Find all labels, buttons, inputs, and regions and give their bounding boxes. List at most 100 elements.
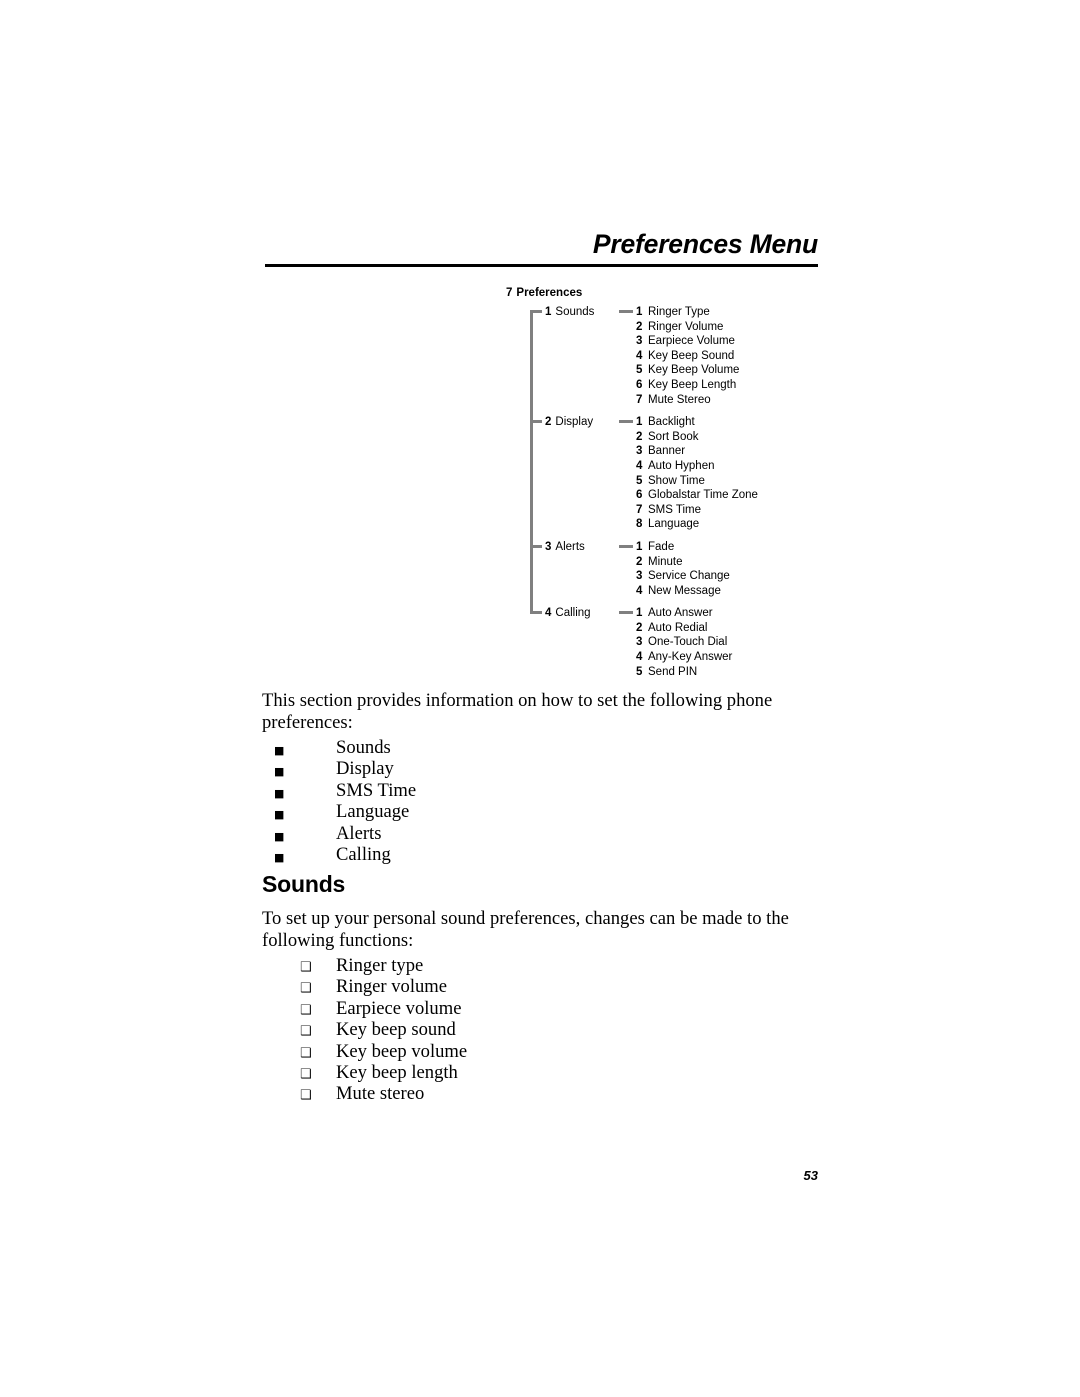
list-item: ❑ Mute stereo <box>262 1083 822 1104</box>
menu-child-number: 2 <box>636 621 643 634</box>
header-rule <box>265 263 818 267</box>
menu-child-item: 3 Service Change <box>636 569 758 584</box>
menu-group-alerts: 3 Alerts 1 Fade 2 Minute 3 Service Change 4N… <box>530 540 758 598</box>
tree-branch-connector <box>619 611 633 615</box>
menu-child-label: Key Beep Length <box>648 378 737 391</box>
menu-group-display: 2 Display 1 Backlight 2 Sort Book 3 Banner 4… <box>530 415 758 532</box>
menu-child-label: One-Touch Dial <box>648 636 728 649</box>
menu-child-item: 3 Earpiece Volume <box>636 334 758 349</box>
hollow-square-bullet-icon: ❑ <box>300 1088 312 1104</box>
menu-group-calling: 4 Calling 1 Auto Answer 2 Auto Redial 3 One-… <box>530 606 758 679</box>
menu-group-parent: 4 Calling <box>545 606 619 621</box>
intro-bullet-list: ■ Sounds ■ Display ■ SMS Time ■ Language ■ Al… <box>262 737 822 865</box>
list-item-label: Alerts <box>336 822 382 844</box>
menu-group-parent: 1 Sounds <box>545 305 619 320</box>
menu-child-number: 7 <box>636 503 643 516</box>
list-item-label: Sounds <box>336 737 391 758</box>
list-item: ❑ Key beep length <box>262 1062 822 1083</box>
list-item-label: Ringer type <box>336 955 424 976</box>
menu-child-item: 2 Minute <box>636 555 758 570</box>
list-item: ❑ Earpiece volume <box>262 998 822 1019</box>
menu-child-item: 7 Mute Stereo <box>636 393 758 408</box>
menu-child-number: 3 <box>636 570 643 583</box>
tree-elbow-connector <box>530 420 542 424</box>
section-heading-sounds: Sounds <box>262 871 346 897</box>
menu-child-number: 1 <box>636 540 643 553</box>
page-header: Preferences Menu <box>265 229 818 267</box>
list-item-label: Calling <box>336 844 391 866</box>
menu-child-number: 1 <box>636 416 643 429</box>
list-item: ■ Language <box>262 801 822 822</box>
menu-child-list: 1 Fade 2 Minute 3 Service Change 4 New Messa… <box>636 540 758 598</box>
tree-elbow-connector <box>530 611 542 615</box>
tree-branch-connector <box>619 544 633 548</box>
menu-tree-root: 7 Preferences <box>506 286 758 300</box>
menu-child-item: 4 Key Beep Sound <box>636 349 758 364</box>
menu-child-label: Language <box>648 518 700 531</box>
menu-child-label: SMS Time <box>648 503 702 516</box>
menu-child-item: 2 Ringer Volume <box>636 320 758 335</box>
menu-child-label: Fade <box>648 540 675 553</box>
menu-child-item: 1 Backlight <box>636 415 758 430</box>
list-item-label: Earpiece volume <box>336 997 462 1019</box>
menu-child-list: 1 Backlight 2 Sort Book 3 Banner 4 Auto Hyph… <box>636 415 758 532</box>
menu-child-number: 2 <box>636 320 643 333</box>
menu-child-item: 2 Auto Redial <box>636 621 758 636</box>
menu-child-list: 1 Ringer Type 2 Ringer Volume 3 Earpiece Vo… <box>636 305 758 407</box>
menu-child-label: New Message <box>648 584 721 597</box>
hollow-square-bullet-icon: ❑ <box>300 981 312 997</box>
menu-child-label: Earpiece Volume <box>648 335 735 348</box>
menu-tree-body: 1 Sounds 1 Ringer Type 2 Ringer Volume 3 Ear… <box>506 305 758 679</box>
sounds-bullet-list: ❑ Ringer type ❑ Ringer volume ❑ Earpiece vo… <box>262 955 822 1105</box>
menu-child-item: 7 SMS Time <box>636 503 758 518</box>
menu-tree-diagram: 7 Preferences 1 Sounds 1 Ringer Type 2 Ringe… <box>506 286 758 679</box>
menu-child-label: Key Beep Volume <box>648 364 740 377</box>
list-item: ■ Sounds <box>262 737 822 758</box>
hollow-square-bullet-icon: ❑ <box>300 960 312 975</box>
menu-group-label: Sounds <box>555 306 595 318</box>
tree-elbow-connector <box>530 544 542 548</box>
list-item-label: Key beep volume <box>336 1040 468 1062</box>
list-item-label: Key beep sound <box>336 1019 456 1041</box>
menu-child-list: 1 Auto Answer 2 Auto Redial 3 One-Touch Dia… <box>636 606 758 679</box>
intro-paragraph: This section provides information on how… <box>262 690 773 733</box>
menu-child-label: Key Beep Sound <box>648 349 735 362</box>
list-item-label: Ringer volume <box>336 976 448 998</box>
list-item: ■ Calling <box>262 844 822 865</box>
menu-child-number: 4 <box>636 459 643 472</box>
document-page: Preferences Menu 7 Preferences 1 Sounds 1R… <box>0 0 1080 1397</box>
menu-group-number: 3 <box>545 540 552 553</box>
menu-child-label: Sort Book <box>648 430 699 443</box>
menu-child-item: 4 Auto Hyphen <box>636 459 758 474</box>
menu-child-label: Auto Hyphen <box>648 459 715 472</box>
menu-child-number: 4 <box>636 584 643 597</box>
list-item-label: Display <box>336 758 394 780</box>
menu-child-item: 6 Key Beep Length <box>636 378 758 393</box>
menu-child-item: 1 Fade <box>636 540 758 555</box>
tree-elbow-connector <box>530 310 542 313</box>
menu-child-label: Mute Stereo <box>648 393 711 406</box>
tree-branch-connector <box>619 310 633 313</box>
list-item: ❑ Ringer type <box>262 955 822 976</box>
page-number: 53 <box>803 1168 818 1183</box>
menu-group-sounds: 1 Sounds 1 Ringer Type 2 Ringer Volume 3 Ear… <box>530 305 758 407</box>
menu-child-item: 4 New Message <box>636 584 758 599</box>
menu-child-label: Globalstar Time Zone <box>648 489 758 502</box>
menu-tree-root-number: 7 <box>506 287 513 299</box>
menu-child-number: 2 <box>636 430 643 443</box>
menu-child-item: 1 Auto Answer <box>636 606 758 621</box>
menu-child-number: 1 <box>636 607 643 620</box>
menu-child-label: Ringer Volume <box>648 320 724 333</box>
menu-child-label: Any-Key Answer <box>648 651 733 664</box>
menu-tree-root-label: Preferences <box>516 287 583 299</box>
menu-child-number: 4 <box>636 651 643 664</box>
menu-child-number: 5 <box>636 665 643 678</box>
menu-child-number: 8 <box>636 518 643 531</box>
menu-child-number: 2 <box>636 555 643 568</box>
hollow-square-bullet-icon: ❑ <box>300 1067 312 1083</box>
menu-child-number: 5 <box>636 474 643 487</box>
menu-child-item: 6 Globalstar Time Zone <box>636 488 758 503</box>
page-title: Preferences Menu <box>592 229 818 259</box>
menu-child-label: Banner <box>648 445 686 458</box>
menu-child-item: 2 Sort Book <box>636 430 758 445</box>
